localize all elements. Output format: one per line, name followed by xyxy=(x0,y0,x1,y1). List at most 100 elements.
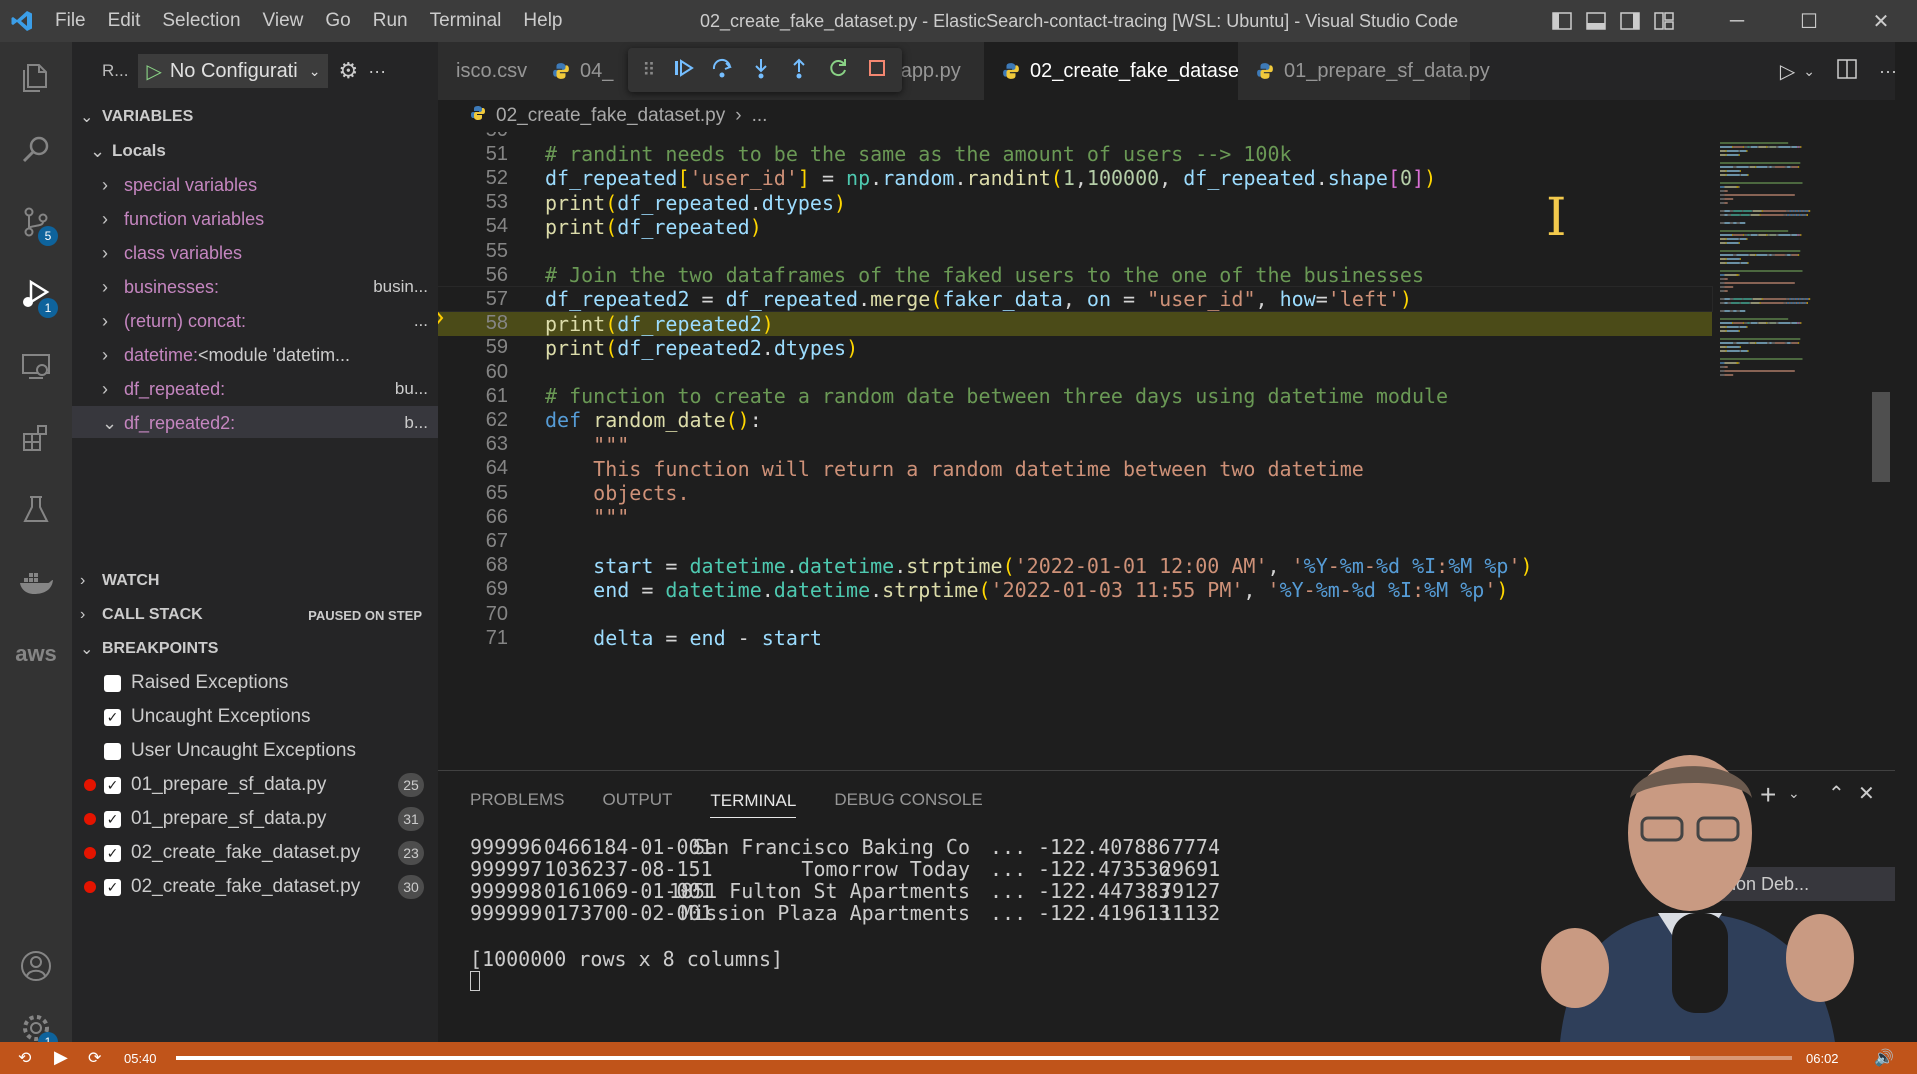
play-icon[interactable]: ▶ xyxy=(54,1047,68,1068)
breakpoints-section-header[interactable]: ⌄ BREAKPOINTS xyxy=(72,632,438,666)
step-over-icon[interactable] xyxy=(711,57,733,84)
breakpoint-checkbox[interactable] xyxy=(104,674,121,692)
breakpoint-item[interactable]: Uncaught Exceptions xyxy=(72,700,438,734)
variables-section-header[interactable]: ⌄ VARIABLES xyxy=(72,100,438,134)
source-control-icon[interactable]: 5 xyxy=(0,186,72,258)
code-line[interactable]: 54 print(df_repeated) xyxy=(438,215,1712,239)
code-line[interactable]: 65 objects. xyxy=(438,481,1712,505)
code-line[interactable]: 53 print(df_repeated.dtypes) xyxy=(438,191,1712,215)
variable-row[interactable]: › special variables xyxy=(72,168,438,202)
search-icon[interactable] xyxy=(0,114,72,186)
toggle-panel-icon[interactable] xyxy=(1579,0,1613,42)
breakpoint-item[interactable]: 02_create_fake_dataset.py 30 xyxy=(72,870,438,904)
more-actions-icon[interactable]: ··· xyxy=(1879,61,1897,82)
code-line[interactable]: 68 start = datetime.datetime.strptime('2… xyxy=(438,554,1712,578)
menu-item-file[interactable]: File xyxy=(44,0,97,42)
forward-icon[interactable]: ⟳ xyxy=(88,1048,101,1068)
code-line[interactable]: 63 """ xyxy=(438,433,1712,457)
code-line[interactable]: 71 delta = end - start xyxy=(438,626,1712,650)
maximize-icon[interactable]: ☐ xyxy=(1773,0,1845,42)
code-line[interactable]: 69 end = datetime.datetime.strptime('202… xyxy=(438,578,1712,602)
tab-isco-csv[interactable]: isco.csv xyxy=(438,42,534,100)
code-line[interactable]: 56 # Join the two dataframes of the faked… xyxy=(438,263,1712,287)
run-debug-icon[interactable]: 1 xyxy=(0,258,72,330)
variable-row[interactable]: › datetime: <module 'datetim... xyxy=(72,338,438,372)
volume-icon[interactable]: 🔊 xyxy=(1874,1048,1894,1068)
panel-tab-terminal[interactable]: TERMINAL xyxy=(710,791,797,818)
panel-tab-output[interactable]: OUTPUT xyxy=(602,790,672,810)
variable-row[interactable]: › function variables xyxy=(72,202,438,236)
continue-icon[interactable] xyxy=(672,57,695,84)
code-line[interactable]: 58 print(df_repeated2) xyxy=(438,311,1712,336)
code-line[interactable]: 57 df_repeated2 = df_repeated.merge(faker… xyxy=(438,286,1713,313)
stop-icon[interactable] xyxy=(866,57,888,84)
start-debug-icon[interactable]: ▷ xyxy=(146,59,161,84)
panel-tab-debug-console[interactable]: DEBUG CONSOLE xyxy=(834,790,982,810)
menu-item-selection[interactable]: Selection xyxy=(151,0,251,42)
drag-handle-icon[interactable]: ⠿ xyxy=(642,60,655,81)
breakpoint-item[interactable]: 01_prepare_sf_data.py 25 xyxy=(72,768,438,802)
breadcrumb-symbol[interactable]: ... xyxy=(752,105,768,127)
customize-layout-icon[interactable] xyxy=(1647,0,1681,42)
code-editor[interactable]: 5051 # randint needs to be the same as th… xyxy=(438,132,1895,770)
menu-item-help[interactable]: Help xyxy=(512,0,573,42)
code-line[interactable]: 67 xyxy=(438,529,1712,553)
docker-icon[interactable] xyxy=(0,546,72,618)
tab-02-create-fake-dataset-py[interactable]: 02_create_fake_dataset.py✕ xyxy=(984,42,1306,100)
toggle-secondary-sidebar-icon[interactable] xyxy=(1613,0,1647,42)
variable-row[interactable]: › class variables xyxy=(72,236,438,270)
menu-item-go[interactable]: Go xyxy=(314,0,361,42)
code-line[interactable]: 51 # randint needs to be the same as the … xyxy=(438,142,1712,166)
breakpoint-item[interactable]: User Uncaught Exceptions xyxy=(72,734,438,768)
remote-explorer-icon[interactable] xyxy=(0,330,72,402)
testing-icon[interactable] xyxy=(0,474,72,546)
menu-item-run[interactable]: Run xyxy=(362,0,419,42)
chevron-down-icon[interactable]: ⌄ xyxy=(1803,63,1815,80)
more-actions-icon[interactable]: ··· xyxy=(368,61,386,82)
code-line[interactable]: 64 This function will return a random da… xyxy=(438,457,1712,481)
replay-icon[interactable]: ⟲ xyxy=(18,1048,31,1068)
tab-01-prepare-sf-data-py[interactable]: 01_prepare_sf_data.py xyxy=(1238,42,1490,100)
menu-item-view[interactable]: View xyxy=(252,0,315,42)
breakpoint-checkbox[interactable] xyxy=(104,878,121,896)
breakpoint-item[interactable]: 02_create_fake_dataset.py 23 xyxy=(72,836,438,870)
code-line[interactable]: 61 # function to create a random date bet… xyxy=(438,384,1712,408)
code-line[interactable]: 50 xyxy=(438,132,1712,142)
breakpoint-item[interactable]: 01_prepare_sf_data.py 31 xyxy=(72,802,438,836)
variable-row[interactable]: › df_repeated: bu... xyxy=(72,372,438,406)
explorer-icon[interactable] xyxy=(0,42,72,114)
panel-tab-problems[interactable]: PROBLEMS xyxy=(470,790,564,810)
call-stack-section-header[interactable]: › CALL STACK PAUSED ON STEP xyxy=(72,598,438,632)
breakpoint-checkbox[interactable] xyxy=(104,810,121,828)
editor-scrollbar-thumb[interactable] xyxy=(1872,392,1890,482)
aws-icon[interactable]: aws xyxy=(0,618,72,690)
menu-item-terminal[interactable]: Terminal xyxy=(419,0,513,42)
toggle-primary-sidebar-icon[interactable] xyxy=(1545,0,1579,42)
close-window-icon[interactable]: ✕ xyxy=(1845,0,1917,42)
minimap[interactable] xyxy=(1712,132,1895,770)
variable-row[interactable]: › (return) concat:... xyxy=(72,304,438,338)
variable-row[interactable]: › businesses: busin... xyxy=(72,270,438,304)
code-line[interactable]: 60 xyxy=(438,360,1712,384)
breakpoint-checkbox[interactable] xyxy=(104,708,121,726)
split-editor-icon[interactable] xyxy=(1837,58,1857,84)
breakpoint-checkbox[interactable] xyxy=(104,844,121,862)
minimize-icon[interactable]: ─ xyxy=(1701,0,1773,42)
extensions-icon[interactable] xyxy=(0,402,72,474)
breakpoint-checkbox[interactable] xyxy=(104,776,121,794)
code-line[interactable]: 62 def random_date(): xyxy=(438,408,1712,432)
breadcrumb-file[interactable]: 02_create_fake_dataset.py xyxy=(496,105,725,127)
code-line[interactable]: 55 xyxy=(438,239,1712,263)
step-out-icon[interactable] xyxy=(788,57,810,84)
code-line[interactable]: 70 xyxy=(438,602,1712,626)
debug-config-select[interactable]: ▷ No Configurati ⌄ xyxy=(138,54,329,88)
seek-bar[interactable] xyxy=(176,1056,1792,1060)
restart-icon[interactable] xyxy=(827,57,849,84)
debug-settings-gear-icon[interactable]: ⚙ xyxy=(338,58,358,84)
breakpoint-checkbox[interactable] xyxy=(104,742,121,760)
code-line[interactable]: 66 """ xyxy=(438,505,1712,529)
breakpoint-item[interactable]: Raised Exceptions xyxy=(72,666,438,700)
code-line[interactable]: 52 df_repeated['user_id'] = np.random.ran… xyxy=(438,166,1712,190)
menu-item-edit[interactable]: Edit xyxy=(97,0,152,42)
locals-scope[interactable]: ⌄ Locals xyxy=(72,134,438,168)
